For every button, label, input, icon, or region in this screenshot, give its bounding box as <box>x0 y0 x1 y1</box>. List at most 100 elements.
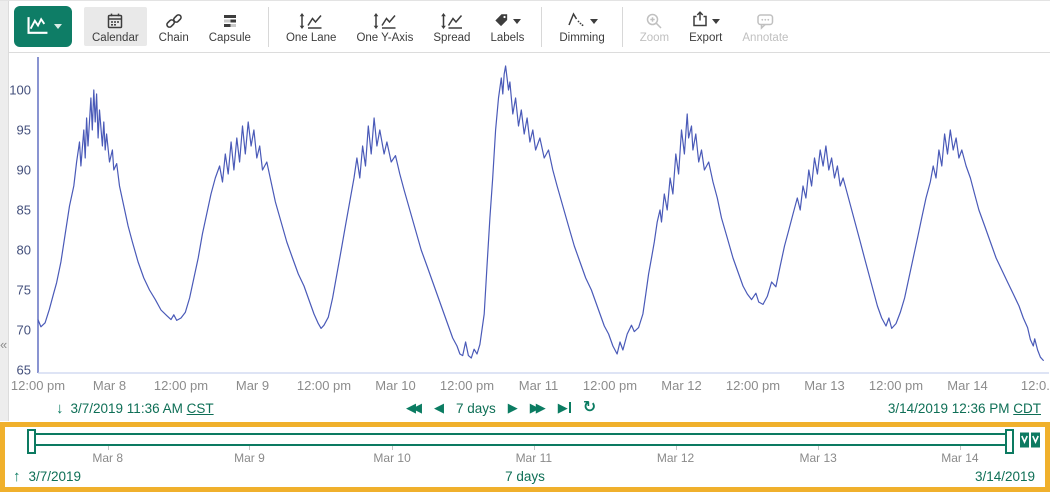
toolbar-label: Zoom <box>640 32 669 44</box>
one-lane-icon <box>298 10 324 31</box>
zoom-magnifier-icon <box>645 10 663 31</box>
chevron-down-icon <box>513 19 521 24</box>
tag-icon <box>493 11 510 31</box>
timezone-link[interactable]: CDT <box>1013 401 1041 416</box>
toolbar-label: Annotate <box>742 32 788 44</box>
toolbar-button-one-y-axis[interactable]: One Y-Axis <box>348 7 421 46</box>
refresh-button[interactable]: ↻ <box>583 400 596 416</box>
x-tick-label: 12:00 pm <box>11 378 65 393</box>
x-tick-label: 12:00 pm <box>726 378 780 393</box>
toolbar-divider <box>541 7 542 47</box>
timeline-tick-mark <box>818 446 819 450</box>
y-tick-label: 85 <box>17 203 31 218</box>
chevron-down-icon <box>54 24 62 29</box>
one-y-axis-icon <box>372 10 398 31</box>
display-range-start[interactable]: 3/7/2019 11:36 AM CST <box>71 401 214 416</box>
investigate-duration-label[interactable]: 7 days <box>5 469 1045 484</box>
x-axis-labels: 12:00 pmMar 812:00 pmMar 912:00 pmMar 10… <box>11 378 1050 393</box>
range-slider-right-handle[interactable] <box>1005 429 1014 454</box>
x-tick-label: 12:00 pm <box>154 378 208 393</box>
toolbar-divider <box>268 7 269 47</box>
toolbar-label: Chain <box>159 32 189 44</box>
toolbar-button-dimming[interactable]: Dimming <box>551 7 612 46</box>
timeline-footer: ↑ 3/7/2019 7 days 3/14/2019 <box>5 468 1045 486</box>
toolbar-label: Dimming <box>559 32 604 44</box>
toolbar-button-export[interactable]: Export <box>681 7 730 46</box>
x-tick-label: Mar 9 <box>236 378 269 393</box>
chart-area[interactable]: 100 95 90 85 80 75 70 65 12:00 pm Mar 8 12:00 pm M… <box>8 53 1050 399</box>
auto-update-icon[interactable] <box>1019 431 1041 449</box>
toolbar-button-annotate: Annotate <box>734 7 796 46</box>
x-tick-label: Mar 11 <box>519 378 559 393</box>
capsule-time-icon <box>221 10 239 31</box>
investigate-end-date[interactable]: 3/14/2019 <box>975 469 1035 484</box>
step-back-button[interactable]: ◀ <box>434 400 444 416</box>
timeline-tick-label: Mar 11 <box>516 451 552 465</box>
timeline-tick-label: Mar 10 <box>373 451 410 465</box>
y-axis-labels: 100 95 90 85 80 75 70 65 <box>9 83 31 378</box>
y-tick-label: 95 <box>17 123 31 138</box>
x-tick-label: 12:0... <box>1021 378 1050 393</box>
trend-chart-svg: 100 95 90 85 80 75 70 65 12:00 pm Mar 8 12:00 pm M… <box>8 53 1050 399</box>
timezone-link[interactable]: CST <box>187 401 214 416</box>
calendar-icon <box>106 10 124 31</box>
toolbar-label: Labels <box>490 32 524 44</box>
step-forward-many-button[interactable]: ▶▶ <box>530 400 546 416</box>
y-tick-label: 75 <box>17 283 31 298</box>
y-tick-label: 65 <box>17 363 31 378</box>
y-tick-label: 90 <box>17 163 31 178</box>
x-tick-label: Mar 13 <box>804 378 844 393</box>
x-tick-label: 12:00 pm <box>440 378 494 393</box>
toolbar: Calendar Chain <box>9 1 1050 53</box>
toolbar-button-zoom: Zoom <box>632 7 677 46</box>
timeline-tick-mark <box>534 446 535 450</box>
x-tick-label: 12:00 pm <box>583 378 637 393</box>
y-tick-label: 70 <box>17 323 31 338</box>
toolbar-label: Capsule <box>209 32 251 44</box>
x-tick-label: Mar 14 <box>947 378 987 393</box>
step-back-many-button[interactable]: ◀◀ <box>406 400 422 416</box>
timeline-tick-label: Mar 12 <box>657 451 694 465</box>
range-slider-left-handle[interactable] <box>27 429 36 454</box>
toolbar-button-calendar[interactable]: Calendar <box>84 7 147 46</box>
toolbar-label: One Lane <box>286 32 337 44</box>
x-tick-label: Mar 12 <box>661 378 701 393</box>
toolbar-button-capsule[interactable]: Capsule <box>201 7 259 46</box>
toolbar-button-labels[interactable]: Labels <box>482 7 532 46</box>
timeline-tick-mark <box>249 446 250 450</box>
step-to-end-button[interactable]: ▶ <box>558 400 571 416</box>
toolbar-button-chain[interactable]: Chain <box>151 7 197 46</box>
timeline-tick-label: Mar 9 <box>234 451 265 465</box>
toolbar-button-one-lane[interactable]: One Lane <box>278 7 345 46</box>
toolbar-buttons: Calendar Chain <box>82 3 798 50</box>
timeline-tick-mark <box>960 446 961 450</box>
y-tick-label: 100 <box>9 83 31 98</box>
trend-icon <box>25 15 51 39</box>
x-tick-label: 12:00 pm <box>297 378 351 393</box>
spread-icon <box>440 10 464 31</box>
toolbar-label: One Y-Axis <box>356 32 413 44</box>
timeline-tick-mark <box>108 446 109 450</box>
step-forward-button[interactable]: ▶ <box>508 400 518 416</box>
display-range-row: ↓ 3/7/2019 11:36 AM CST ◀◀ ◀ 7 days ▶ ▶▶… <box>0 399 1050 421</box>
chevron-down-icon <box>712 19 720 24</box>
y-tick-label: 80 <box>17 243 31 258</box>
duration-label[interactable]: 7 days <box>456 401 496 416</box>
toolbar-label: Spread <box>433 32 470 44</box>
chain-icon <box>165 10 183 31</box>
display-range-end[interactable]: 3/14/2019 12:36 PM CDT <box>888 401 1041 416</box>
timeline-tick-label: Mar 8 <box>92 451 123 465</box>
trend-view-app: « Calendar <box>0 0 1050 494</box>
investigate-range-panel: Mar 8Mar 9Mar 10Mar 11Mar 12Mar 13Mar 14… <box>0 422 1050 492</box>
toolbar-button-spread[interactable]: Spread <box>425 7 478 46</box>
export-icon <box>691 10 709 31</box>
series-line[interactable] <box>38 66 1043 360</box>
trend-view-dropdown-button[interactable] <box>14 6 72 47</box>
x-tick-label: Mar 8 <box>93 378 126 393</box>
toolbar-label: Export <box>689 32 722 44</box>
timeline-tick-label: Mar 14 <box>941 451 978 465</box>
dimming-icon <box>567 10 587 31</box>
chevron-down-icon <box>590 19 598 24</box>
range-slider-track[interactable] <box>30 433 1014 446</box>
collapse-chevron-icon[interactable]: « <box>0 338 7 351</box>
